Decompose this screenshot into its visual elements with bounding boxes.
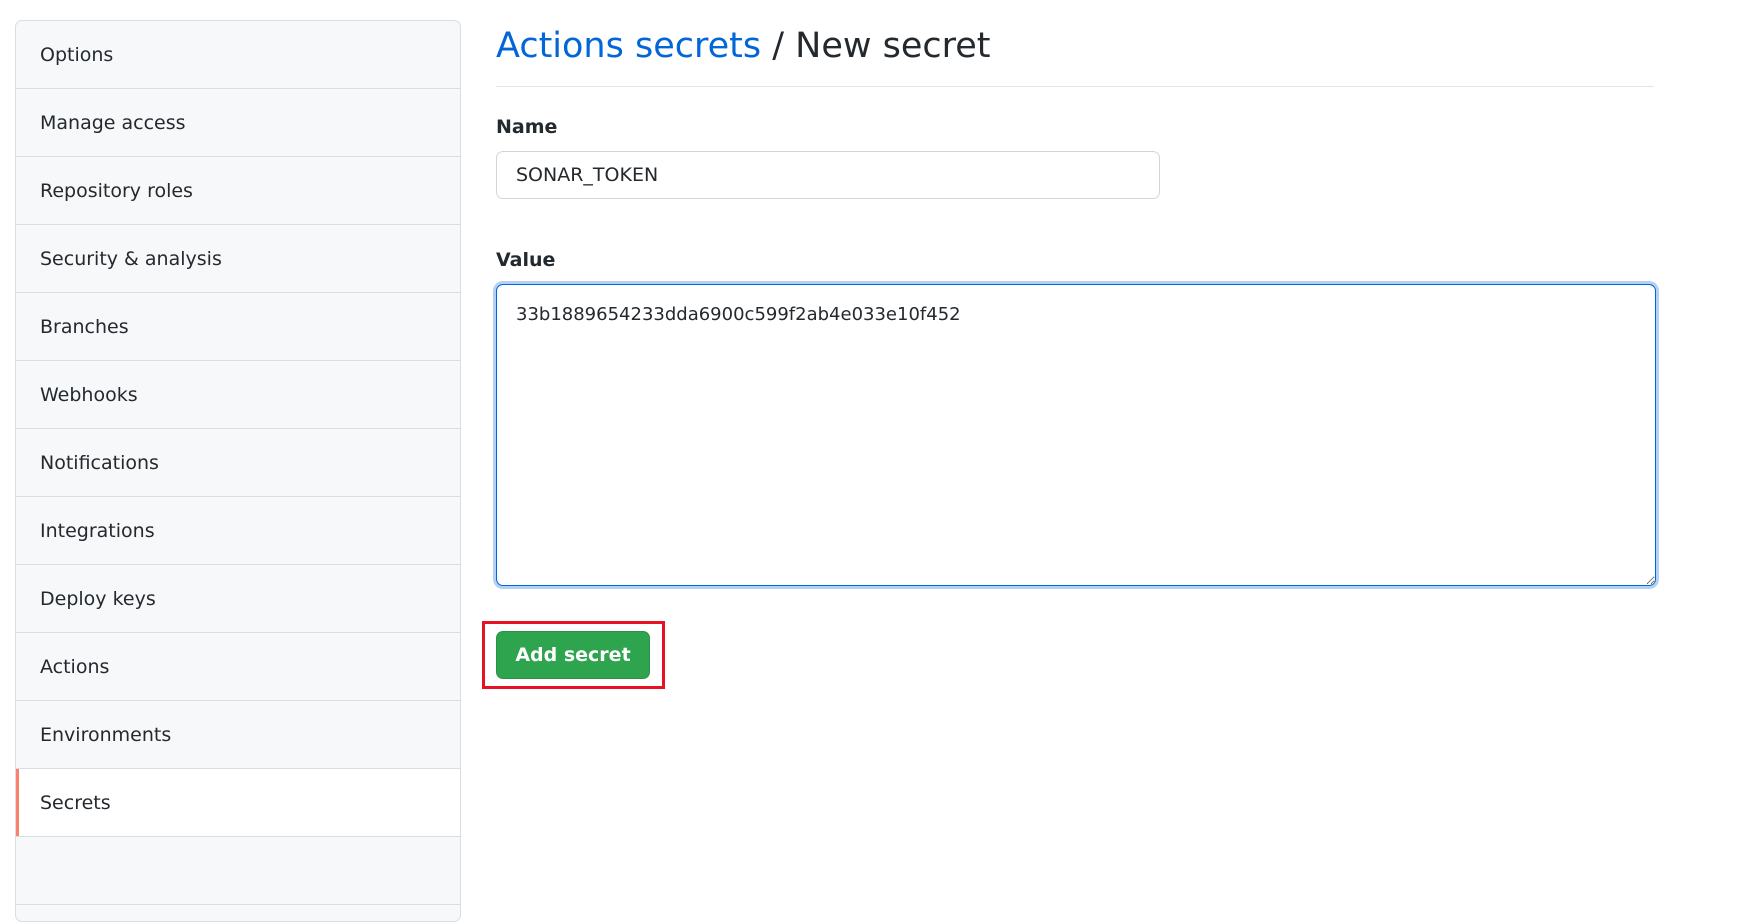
sidebar-item-label: Notifications	[40, 451, 159, 474]
page-title-text: New secret	[795, 26, 991, 66]
sidebar-item-label: Deploy keys	[40, 587, 156, 610]
sidebar-item-manage-access[interactable]: Manage access	[16, 89, 460, 157]
sidebar-item-label: Security & analysis	[40, 247, 222, 270]
header-divider	[496, 86, 1654, 87]
sidebar-item-label: Branches	[40, 315, 129, 338]
sidebar-item-webhooks[interactable]: Webhooks	[16, 361, 460, 429]
value-label: Value	[496, 249, 556, 271]
sidebar-item-secrets[interactable]: Secrets	[16, 769, 460, 837]
sidebar-item-more[interactable]	[16, 837, 460, 905]
sidebar-item-integrations[interactable]: Integrations	[16, 497, 460, 565]
sidebar-item-security-analysis[interactable]: Security & analysis	[16, 225, 460, 293]
sidebar-item-label: Secrets	[40, 791, 111, 814]
sidebar-item-label: Actions	[40, 655, 110, 678]
sidebar-item-actions[interactable]: Actions	[16, 633, 460, 701]
sidebar-item-deploy-keys[interactable]: Deploy keys	[16, 565, 460, 633]
sidebar-item-label: Webhooks	[40, 383, 138, 406]
sidebar-item-environments[interactable]: Environments	[16, 701, 460, 769]
sidebar-item-label: Environments	[40, 723, 172, 746]
value-textarea[interactable]: 33b1889654233dda6900c599f2ab4e033e10f452	[496, 284, 1656, 586]
sidebar-item-label: Integrations	[40, 519, 155, 542]
sidebar-item-label: Repository roles	[40, 179, 193, 202]
name-input[interactable]	[496, 151, 1160, 199]
breadcrumb-separator: /	[761, 26, 796, 66]
sidebar-item-label: Options	[40, 43, 114, 66]
add-secret-button[interactable]: Add secret	[496, 631, 650, 679]
name-label: Name	[496, 116, 558, 138]
sidebar-item-branches[interactable]: Branches	[16, 293, 460, 361]
page-title: Actions secrets / New secret	[496, 26, 991, 66]
sidebar-item-notifications[interactable]: Notifications	[16, 429, 460, 497]
sidebar-item-label: Manage access	[40, 111, 186, 134]
sidebar-item-options[interactable]: Options	[16, 21, 460, 89]
sidebar-item-repository-roles[interactable]: Repository roles	[16, 157, 460, 225]
breadcrumb-actions-secrets[interactable]: Actions secrets	[496, 26, 761, 66]
settings-sidebar: Options Manage access Repository roles S…	[15, 20, 461, 922]
